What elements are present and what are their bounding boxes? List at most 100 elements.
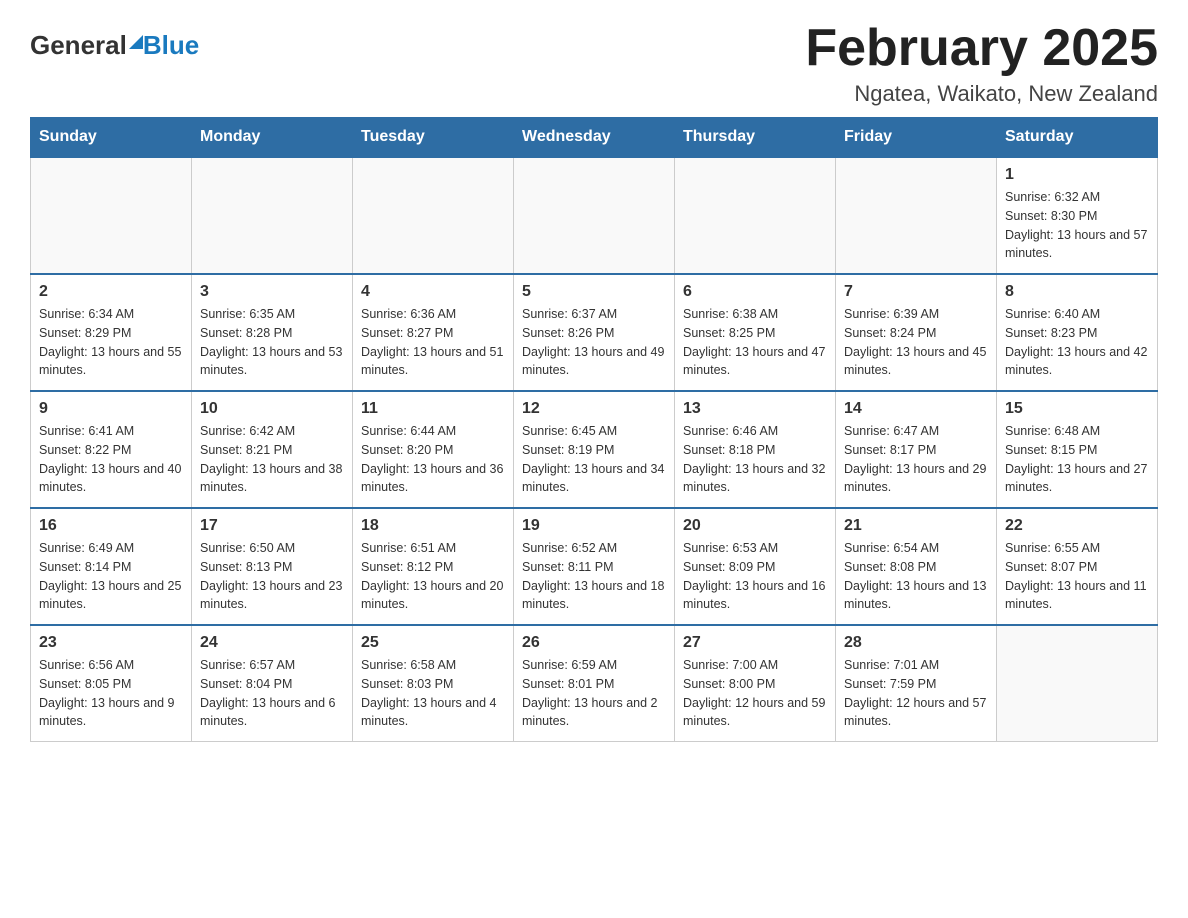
day-info: Sunrise: 6:46 AMSunset: 8:18 PMDaylight:… xyxy=(683,422,827,497)
day-number: 21 xyxy=(844,517,988,535)
calendar-cell: 9 Sunrise: 6:41 AMSunset: 8:22 PMDaylight… xyxy=(31,391,192,508)
calendar-cell: 24 Sunrise: 6:57 AMSunset: 8:04 PMDayligh… xyxy=(192,625,353,742)
page-header: General Blue February 2025 Ngatea, Waika… xyxy=(30,20,1158,107)
day-info: Sunrise: 6:35 AMSunset: 8:28 PMDaylight:… xyxy=(200,305,344,380)
calendar-cell: 5Sunrise: 6:37 AMSunset: 8:26 PMDaylight… xyxy=(514,274,675,391)
calendar-cell xyxy=(353,157,514,274)
day-number: 10 xyxy=(200,400,344,418)
day-info: Sunrise: 6:51 AMSunset: 8:12 PMDaylight:… xyxy=(361,539,505,614)
day-of-week-header: Sunday xyxy=(31,118,192,158)
day-number: 2 xyxy=(39,283,183,301)
day-of-week-header: Saturday xyxy=(997,118,1158,158)
day-info: Sunrise: 6:58 AMSunset: 8:03 PMDaylight:… xyxy=(361,656,505,731)
calendar-cell: 21Sunrise: 6:54 AMSunset: 8:08 PMDayligh… xyxy=(836,508,997,625)
day-number: 4 xyxy=(361,283,505,301)
calendar-header: SundayMondayTuesdayWednesdayThursdayFrid… xyxy=(31,118,1158,158)
day-info: Sunrise: 6:57 AMSunset: 8:04 PMDaylight:… xyxy=(200,656,344,731)
day-number: 25 xyxy=(361,634,505,652)
day-info: Sunrise: 6:55 AMSunset: 8:07 PMDaylight:… xyxy=(1005,539,1149,614)
calendar-week-row: 16 Sunrise: 6:49 AMSunset: 8:14 PMDayligh… xyxy=(31,508,1158,625)
title-block: February 2025 Ngatea, Waikato, New Zeala… xyxy=(805,20,1158,107)
calendar-cell: 11 Sunrise: 6:44 AMSunset: 8:20 PMDayligh… xyxy=(353,391,514,508)
day-number: 19 xyxy=(522,517,666,535)
calendar-cell: 19Sunrise: 6:52 AMSunset: 8:11 PMDayligh… xyxy=(514,508,675,625)
day-info: Sunrise: 6:32 AMSunset: 8:30 PMDaylight:… xyxy=(1005,188,1149,263)
day-info: Sunrise: 6:56 AMSunset: 8:05 PMDaylight:… xyxy=(39,656,183,731)
day-number: 26 xyxy=(522,634,666,652)
day-info: Sunrise: 6:49 AMSunset: 8:14 PMDaylight:… xyxy=(39,539,183,614)
calendar-week-row: 2 Sunrise: 6:34 AMSunset: 8:29 PMDaylight… xyxy=(31,274,1158,391)
day-info: Sunrise: 6:34 AMSunset: 8:29 PMDaylight:… xyxy=(39,305,183,380)
day-number: 23 xyxy=(39,634,183,652)
calendar-week-row: 9 Sunrise: 6:41 AMSunset: 8:22 PMDaylight… xyxy=(31,391,1158,508)
day-info: Sunrise: 6:44 AMSunset: 8:20 PMDaylight:… xyxy=(361,422,505,497)
calendar-cell xyxy=(675,157,836,274)
calendar-week-row: 1Sunrise: 6:32 AMSunset: 8:30 PMDaylight… xyxy=(31,157,1158,274)
day-number: 16 xyxy=(39,517,183,535)
calendar-cell: 7 Sunrise: 6:39 AMSunset: 8:24 PMDaylight… xyxy=(836,274,997,391)
day-number: 18 xyxy=(361,517,505,535)
day-number: 5 xyxy=(522,283,666,301)
calendar-cell xyxy=(997,625,1158,742)
day-number: 3 xyxy=(200,283,344,301)
calendar-cell: 18 Sunrise: 6:51 AMSunset: 8:12 PMDayligh… xyxy=(353,508,514,625)
calendar-cell xyxy=(836,157,997,274)
day-info: Sunrise: 6:47 AMSunset: 8:17 PMDaylight:… xyxy=(844,422,988,497)
day-number: 13 xyxy=(683,400,827,418)
day-info: Sunrise: 6:45 AMSunset: 8:19 PMDaylight:… xyxy=(522,422,666,497)
day-number: 24 xyxy=(200,634,344,652)
logo-icon xyxy=(129,35,143,49)
calendar-cell: 14 Sunrise: 6:47 AMSunset: 8:17 PMDayligh… xyxy=(836,391,997,508)
page-subtitle: Ngatea, Waikato, New Zealand xyxy=(805,81,1158,107)
day-info: Sunrise: 6:59 AMSunset: 8:01 PMDaylight:… xyxy=(522,656,666,731)
day-of-week-header: Wednesday xyxy=(514,118,675,158)
calendar-cell: 10Sunrise: 6:42 AMSunset: 8:21 PMDayligh… xyxy=(192,391,353,508)
day-number: 27 xyxy=(683,634,827,652)
day-info: Sunrise: 6:36 AMSunset: 8:27 PMDaylight:… xyxy=(361,305,505,380)
calendar-cell xyxy=(514,157,675,274)
day-of-week-header: Monday xyxy=(192,118,353,158)
day-info: Sunrise: 6:41 AMSunset: 8:22 PMDaylight:… xyxy=(39,422,183,497)
day-info: Sunrise: 6:40 AMSunset: 8:23 PMDaylight:… xyxy=(1005,305,1149,380)
calendar-cell: 20Sunrise: 6:53 AMSunset: 8:09 PMDayligh… xyxy=(675,508,836,625)
day-number: 6 xyxy=(683,283,827,301)
day-of-week-header: Thursday xyxy=(675,118,836,158)
day-number: 17 xyxy=(200,517,344,535)
day-info: Sunrise: 6:39 AMSunset: 8:24 PMDaylight:… xyxy=(844,305,988,380)
day-info: Sunrise: 7:01 AMSunset: 7:59 PMDaylight:… xyxy=(844,656,988,731)
calendar-cell: 4 Sunrise: 6:36 AMSunset: 8:27 PMDaylight… xyxy=(353,274,514,391)
calendar-cell: 22 Sunrise: 6:55 AMSunset: 8:07 PMDayligh… xyxy=(997,508,1158,625)
day-info: Sunrise: 7:00 AMSunset: 8:00 PMDaylight:… xyxy=(683,656,827,731)
logo-general: General xyxy=(30,30,127,61)
calendar-cell: 6 Sunrise: 6:38 AMSunset: 8:25 PMDaylight… xyxy=(675,274,836,391)
day-number: 12 xyxy=(522,400,666,418)
calendar-body: 1Sunrise: 6:32 AMSunset: 8:30 PMDaylight… xyxy=(31,157,1158,742)
day-number: 15 xyxy=(1005,400,1149,418)
calendar-week-row: 23 Sunrise: 6:56 AMSunset: 8:05 PMDayligh… xyxy=(31,625,1158,742)
calendar-cell: 12 Sunrise: 6:45 AMSunset: 8:19 PMDayligh… xyxy=(514,391,675,508)
day-number: 7 xyxy=(844,283,988,301)
calendar-cell: 8 Sunrise: 6:40 AMSunset: 8:23 PMDaylight… xyxy=(997,274,1158,391)
day-number: 22 xyxy=(1005,517,1149,535)
page-title: February 2025 xyxy=(805,20,1158,77)
days-of-week-row: SundayMondayTuesdayWednesdayThursdayFrid… xyxy=(31,118,1158,158)
day-number: 9 xyxy=(39,400,183,418)
calendar-cell: 1Sunrise: 6:32 AMSunset: 8:30 PMDaylight… xyxy=(997,157,1158,274)
calendar-cell: 2 Sunrise: 6:34 AMSunset: 8:29 PMDaylight… xyxy=(31,274,192,391)
calendar-cell: 23 Sunrise: 6:56 AMSunset: 8:05 PMDayligh… xyxy=(31,625,192,742)
day-number: 14 xyxy=(844,400,988,418)
day-info: Sunrise: 6:48 AMSunset: 8:15 PMDaylight:… xyxy=(1005,422,1149,497)
day-number: 8 xyxy=(1005,283,1149,301)
day-of-week-header: Tuesday xyxy=(353,118,514,158)
day-info: Sunrise: 6:50 AMSunset: 8:13 PMDaylight:… xyxy=(200,539,344,614)
day-info: Sunrise: 6:38 AMSunset: 8:25 PMDaylight:… xyxy=(683,305,827,380)
calendar-cell: 25 Sunrise: 6:58 AMSunset: 8:03 PMDayligh… xyxy=(353,625,514,742)
calendar-cell: 27 Sunrise: 7:00 AMSunset: 8:00 PMDayligh… xyxy=(675,625,836,742)
calendar-cell xyxy=(192,157,353,274)
calendar-cell: 13 Sunrise: 6:46 AMSunset: 8:18 PMDayligh… xyxy=(675,391,836,508)
calendar-cell: 26 Sunrise: 6:59 AMSunset: 8:01 PMDayligh… xyxy=(514,625,675,742)
calendar-cell xyxy=(31,157,192,274)
day-info: Sunrise: 6:53 AMSunset: 8:09 PMDaylight:… xyxy=(683,539,827,614)
day-number: 11 xyxy=(361,400,505,418)
calendar-cell: 3 Sunrise: 6:35 AMSunset: 8:28 PMDaylight… xyxy=(192,274,353,391)
